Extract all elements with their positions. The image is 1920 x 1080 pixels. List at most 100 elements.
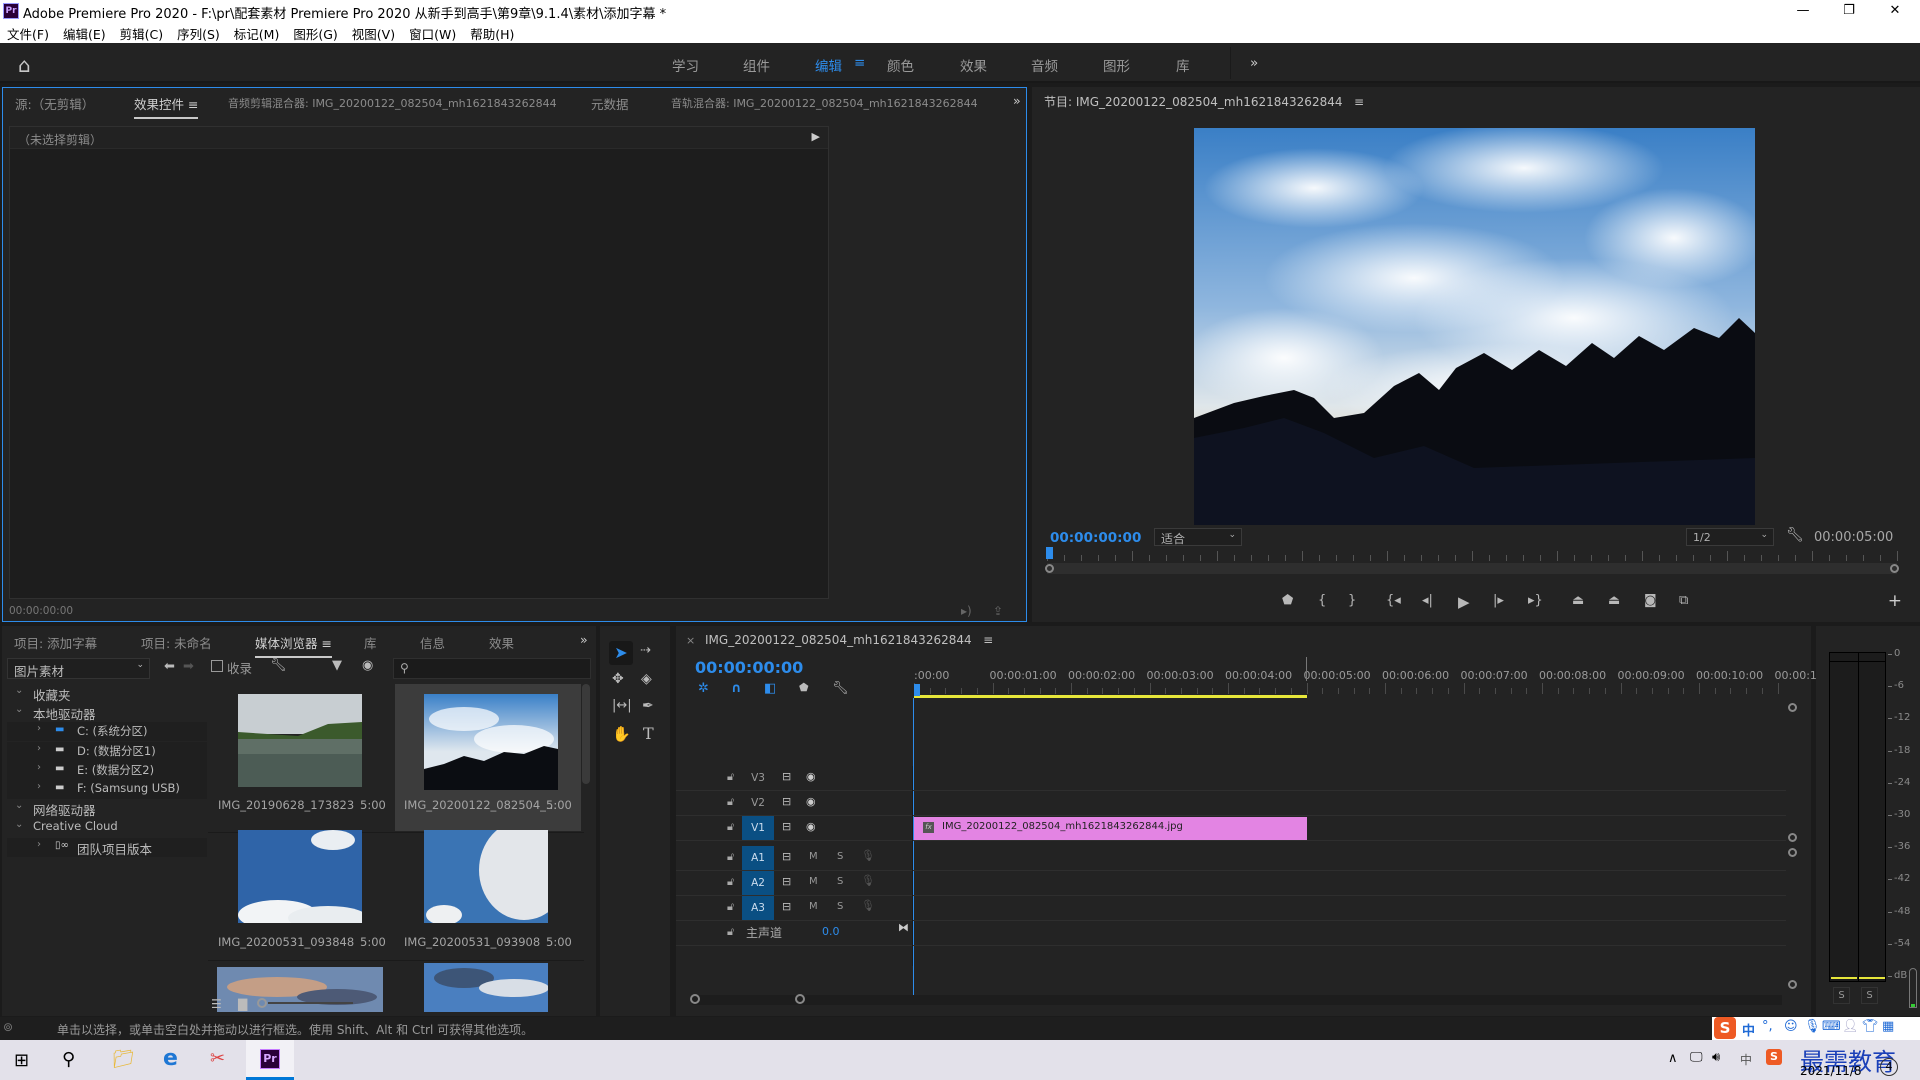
workspace-audio[interactable]: 音频 bbox=[1031, 55, 1058, 75]
chevron-right-icon[interactable]: › bbox=[37, 743, 41, 754]
mute-button[interactable]: M bbox=[809, 901, 818, 912]
export-frame-camera-icon[interactable]: ◙ bbox=[1644, 593, 1657, 608]
mark-in-icon[interactable]: { bbox=[1318, 593, 1326, 608]
panel-menu-icon[interactable]: ≡ bbox=[188, 97, 198, 112]
solo-button[interactable]: S bbox=[837, 901, 843, 912]
tab-libraries[interactable]: 库 bbox=[364, 633, 377, 652]
search-icon[interactable]: ⚲ bbox=[62, 1049, 75, 1070]
mark-out-icon[interactable]: } bbox=[1348, 593, 1356, 608]
eye-icon[interactable]: ◉ bbox=[806, 770, 816, 783]
program-playhead[interactable] bbox=[1046, 547, 1053, 559]
slip-tool-icon[interactable]: |↔| bbox=[612, 698, 632, 713]
step-back-icon[interactable]: ◂| bbox=[1422, 593, 1433, 608]
panel-menu-icon[interactable]: ≡ bbox=[322, 636, 332, 651]
sync-lock-icon[interactable]: ⊟ bbox=[782, 795, 791, 808]
program-time-ruler[interactable] bbox=[1045, 547, 1899, 577]
go-to-in-icon[interactable]: {◂ bbox=[1386, 593, 1401, 608]
scroll-handle-right[interactable] bbox=[1890, 564, 1899, 573]
back-arrow-icon[interactable]: ⬅ bbox=[164, 659, 175, 674]
solo-right-button[interactable]: S bbox=[1861, 987, 1878, 1004]
master-volume-value[interactable]: 0.0 bbox=[822, 925, 840, 938]
chevron-right-icon[interactable]: › bbox=[37, 762, 41, 773]
sogou-tray-icon[interactable]: S bbox=[1766, 1049, 1782, 1065]
panel-menu-icon[interactable]: ≡ bbox=[983, 633, 993, 647]
tab-project-add-subtitles[interactable]: 项目: 添加字幕 bbox=[14, 633, 97, 652]
program-video-frame[interactable] bbox=[1194, 128, 1755, 525]
tab-effects[interactable]: 效果 bbox=[489, 633, 514, 652]
workspace-effects[interactable]: 效果 bbox=[960, 55, 987, 75]
linked-selection-icon[interactable]: ◧ bbox=[764, 681, 776, 696]
thumbnail-size-slider-handle[interactable] bbox=[257, 998, 267, 1008]
search-input[interactable]: ⚲ bbox=[393, 658, 591, 679]
timeline-clip[interactable]: fx IMG_20200122_082504_mh1621843262844.jp… bbox=[914, 817, 1307, 840]
panel-menu-icon[interactable]: ≡ bbox=[1354, 95, 1364, 109]
timeline-horizontal-scrollbar[interactable] bbox=[692, 995, 1782, 1005]
play-icon[interactable]: ▶ bbox=[1458, 593, 1470, 611]
network-icon[interactable]: 🖵︎ bbox=[1690, 1050, 1703, 1065]
step-forward-icon[interactable]: |▸ bbox=[1493, 593, 1504, 608]
tree-item[interactable]: ⌄ Creative Cloud bbox=[7, 818, 207, 837]
master-bowtie-icon[interactable]: ⧓ bbox=[898, 921, 909, 934]
ime-user-icon[interactable]: 👤︎ bbox=[1842, 1019, 1859, 1034]
workspace-libraries[interactable]: 库 bbox=[1176, 55, 1190, 75]
home-icon[interactable]: ⌂ bbox=[18, 53, 31, 77]
timeline-playhead-handle[interactable] bbox=[914, 684, 920, 696]
ime-punctuation-icon[interactable]: °, bbox=[1762, 1019, 1773, 1034]
ingest-settings-wrench-icon[interactable]: 🔧︎ bbox=[270, 658, 287, 673]
eye-icon[interactable]: ◉ bbox=[806, 820, 816, 833]
timeline-settings-wrench-icon[interactable]: 🔧︎ bbox=[832, 681, 849, 696]
sequence-tab[interactable]: IMG_20200122_082504_mh1621843262844 ≡ bbox=[705, 633, 993, 647]
hand-tool-icon[interactable]: ✋ bbox=[612, 725, 631, 743]
selection-tool-icon[interactable]: ➤ bbox=[609, 641, 633, 665]
export-icon[interactable]: ⇪ bbox=[993, 604, 1003, 618]
add-marker-icon[interactable]: ⬟ bbox=[1282, 593, 1293, 608]
snap-magnet-icon[interactable]: ∩ bbox=[731, 681, 742, 696]
comparison-view-icon[interactable]: ⧉ bbox=[1679, 593, 1688, 608]
workspace-assembly[interactable]: 组件 bbox=[743, 55, 770, 75]
workspace-color[interactable]: 颜色 bbox=[887, 55, 914, 75]
track-target-toggle[interactable]: V3 bbox=[742, 766, 774, 790]
ime-keyboard-icon[interactable]: ⌨ bbox=[1822, 1019, 1841, 1034]
taskbar-date[interactable]: 2021/11/8 bbox=[1800, 1064, 1862, 1078]
tree-item[interactable]: ⌄ 网络驱动器 bbox=[7, 799, 207, 818]
list-view-icon[interactable]: ☰ bbox=[211, 997, 222, 1011]
lock-icon[interactable]: 🔓︎ bbox=[727, 820, 734, 834]
work-area-bar[interactable] bbox=[914, 695, 1307, 698]
play-audio-icon[interactable]: ▸) bbox=[961, 604, 972, 618]
minimize-button[interactable]: — bbox=[1780, 0, 1826, 22]
media-thumbnail[interactable] bbox=[424, 830, 548, 923]
lift-icon[interactable]: ⏏ bbox=[1572, 593, 1584, 608]
tree-item[interactable]: › ▬ C: (系统分区) bbox=[7, 722, 207, 742]
filter-icon[interactable]: ▼ bbox=[332, 658, 342, 673]
tree-item[interactable]: › ▬ F: (Samsung USB) bbox=[7, 780, 207, 799]
solo-left-button[interactable]: S bbox=[1833, 987, 1850, 1004]
tab-source[interactable]: 源:（无剪辑） bbox=[15, 94, 94, 113]
tree-item[interactable]: ⌄ 收藏夹 bbox=[7, 684, 207, 703]
thumbnail-size-slider[interactable] bbox=[268, 1002, 353, 1004]
tab-info[interactable]: 信息 bbox=[420, 633, 445, 652]
windows-start-icon[interactable]: ⊞ bbox=[14, 1050, 29, 1071]
track-select-tool-icon[interactable]: ⇢ bbox=[640, 643, 651, 658]
program-current-timecode[interactable]: 00:00:00:00 bbox=[1050, 530, 1141, 546]
meter-scrollbar-thumb[interactable] bbox=[1911, 1004, 1915, 1007]
menu-window[interactable]: 窗口(W) bbox=[402, 22, 463, 43]
tab-media-browser[interactable]: 媒体浏览器 ≡ bbox=[255, 633, 332, 658]
icon-view-icon[interactable]: ▇ bbox=[238, 997, 247, 1011]
tab-metadata[interactable]: 元数据 bbox=[591, 94, 629, 113]
tab-effect-controls[interactable]: 效果控件 ≡ bbox=[134, 94, 199, 119]
scroll-handle-left[interactable] bbox=[1045, 564, 1054, 573]
zoom-level-select[interactable]: 适合 ⌄ bbox=[1154, 528, 1242, 546]
workspace-editing[interactable]: 编辑 bbox=[815, 55, 842, 75]
chevron-down-icon[interactable]: ⌄ bbox=[15, 704, 23, 715]
chevron-right-icon[interactable]: › bbox=[37, 781, 41, 792]
go-to-out-icon[interactable]: ▸} bbox=[1528, 593, 1543, 608]
tree-item[interactable]: › ▬ D: (数据分区1) bbox=[7, 741, 207, 761]
snipping-tool-icon[interactable]: ✂ bbox=[210, 1048, 225, 1069]
lock-icon[interactable]: 🔓︎ bbox=[727, 900, 734, 914]
view-eye-icon[interactable]: ◉ bbox=[362, 658, 373, 673]
ime-emoji-icon[interactable]: ☺ bbox=[1784, 1019, 1798, 1034]
sogou-ime-icon[interactable]: S bbox=[1714, 1017, 1736, 1039]
creative-cloud-sync-icon[interactable]: ⊚ bbox=[3, 1020, 13, 1034]
track-target-toggle[interactable]: A2 bbox=[742, 871, 774, 895]
ime-voice-icon[interactable]: 🎙︎ bbox=[1804, 1019, 1821, 1034]
